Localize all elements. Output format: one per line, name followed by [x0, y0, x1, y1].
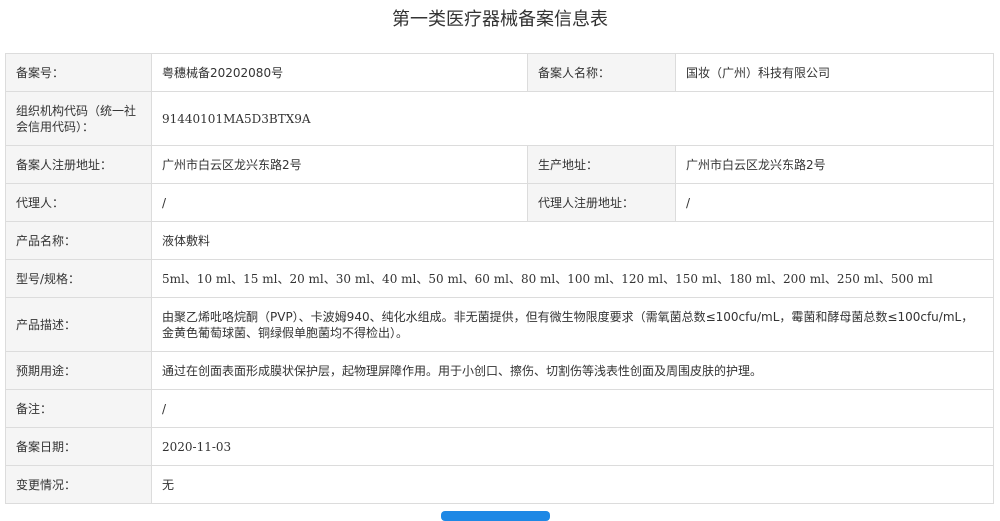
row-model-spec: 型号/规格： 5ml、10 ml、15 ml、20 ml、30 ml、40 ml…: [5, 259, 994, 298]
label-org-code: 组织机构代码（统一社会信用代码）：: [5, 91, 152, 146]
row-intended-use: 预期用途： 通过在创面表面形成膜状保护层，起物理屏障作用。用于小创口、擦伤、切割…: [5, 351, 994, 390]
value-agent: /: [151, 183, 528, 222]
label-product-name: 产品名称：: [5, 221, 152, 260]
value-prod-address: 广州市白云区龙兴东路2号: [675, 145, 994, 184]
record-table: 备案号： 粤穗械备20202080号 备案人名称： 国妆（广州）科技有限公司 组…: [5, 53, 994, 504]
label-applicant: 备案人名称：: [527, 53, 676, 92]
row-record-no: 备案号： 粤穗械备20202080号 备案人名称： 国妆（广州）科技有限公司: [5, 53, 994, 92]
row-agent: 代理人： / 代理人注册地址： /: [5, 183, 994, 222]
value-description: 由聚乙烯吡咯烷酮（PVP）、卡波姆940、纯化水组成。非无菌提供，但有微生物限度…: [151, 297, 994, 352]
value-reg-address: 广州市白云区龙兴东路2号: [151, 145, 528, 184]
row-reg-address: 备案人注册地址： 广州市白云区龙兴东路2号 生产地址： 广州市白云区龙兴东路2号: [5, 145, 994, 184]
label-change: 变更情况：: [5, 465, 152, 504]
label-record-no: 备案号：: [5, 53, 152, 92]
label-model-spec: 型号/规格：: [5, 259, 152, 298]
bottom-action-button[interactable]: [441, 511, 550, 521]
value-org-code: 91440101MA5D3BTX9A: [151, 91, 994, 146]
row-remark: 备注： /: [5, 389, 994, 428]
label-record-date: 备案日期：: [5, 427, 152, 466]
value-product-name: 液体敷料: [151, 221, 994, 260]
label-agent-address: 代理人注册地址：: [527, 183, 676, 222]
row-org-code: 组织机构代码（统一社会信用代码）： 91440101MA5D3BTX9A: [5, 91, 994, 146]
value-record-date: 2020-11-03: [151, 427, 994, 466]
value-applicant: 国妆（广州）科技有限公司: [675, 53, 994, 92]
value-intended-use: 通过在创面表面形成膜状保护层，起物理屏障作用。用于小创口、擦伤、切割伤等浅表性创…: [151, 351, 994, 390]
value-record-no: 粤穗械备20202080号: [151, 53, 528, 92]
label-agent: 代理人：: [5, 183, 152, 222]
row-description: 产品描述： 由聚乙烯吡咯烷酮（PVP）、卡波姆940、纯化水组成。非无菌提供，但…: [5, 297, 994, 352]
label-description: 产品描述：: [5, 297, 152, 352]
label-intended-use: 预期用途：: [5, 351, 152, 390]
value-model-spec: 5ml、10 ml、15 ml、20 ml、30 ml、40 ml、50 ml、…: [151, 259, 994, 298]
label-remark: 备注：: [5, 389, 152, 428]
value-change: 无: [151, 465, 994, 504]
value-remark: /: [151, 389, 994, 428]
row-record-date: 备案日期： 2020-11-03: [5, 427, 994, 466]
row-product-name: 产品名称： 液体敷料: [5, 221, 994, 260]
label-prod-address: 生产地址：: [527, 145, 676, 184]
value-agent-address: /: [675, 183, 994, 222]
page-title: 第一类医疗器械备案信息表: [392, 9, 608, 30]
row-change: 变更情况： 无: [5, 465, 994, 504]
label-reg-address: 备案人注册地址：: [5, 145, 152, 184]
